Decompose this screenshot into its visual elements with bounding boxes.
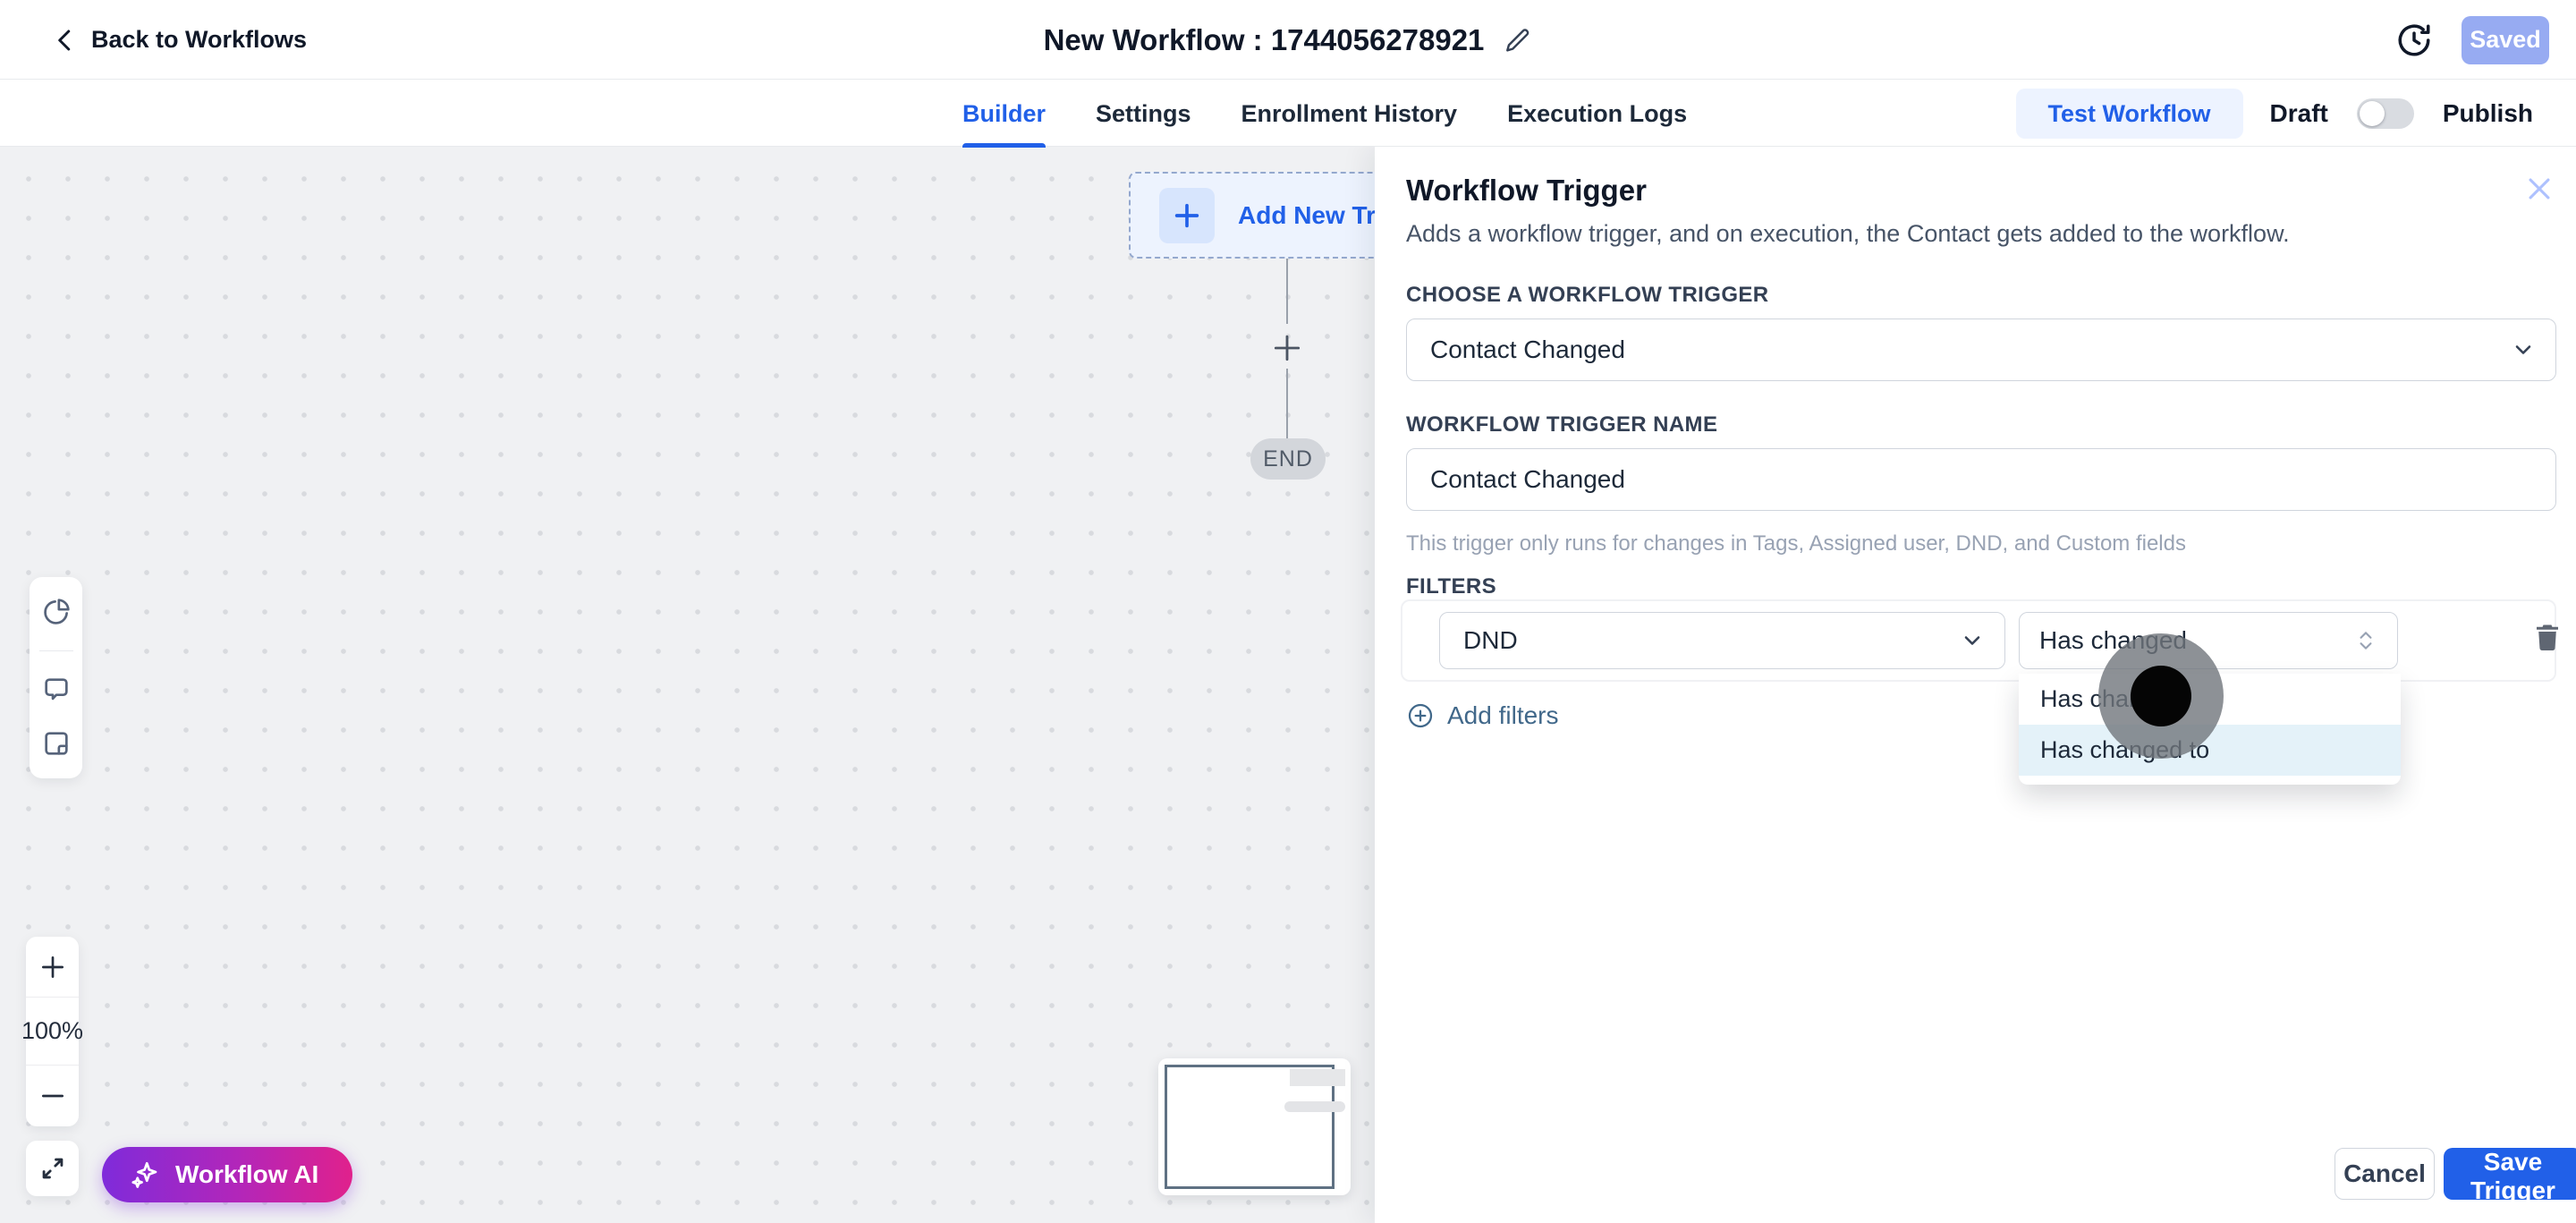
filter-field-select[interactable]: DND: [1439, 612, 2005, 669]
zoom-in-button[interactable]: [26, 937, 79, 998]
operator-dropdown-menu: Has changed Has changed to: [2019, 674, 2401, 785]
tab-execution-logs[interactable]: Execution Logs: [1507, 81, 1687, 147]
toggle-knob: [2360, 101, 2385, 126]
workflow-canvas[interactable]: Add New Trigger END 100: [0, 147, 1375, 1223]
back-label: Back to Workflows: [91, 26, 307, 54]
chevron-down-icon: [2511, 337, 2536, 362]
zoom-level: 100%: [26, 998, 79, 1066]
chat-bubble-icon[interactable]: [41, 675, 72, 705]
cancel-button[interactable]: Cancel: [2334, 1148, 2435, 1200]
canvas-toolbar: [30, 577, 82, 778]
connector-line-top: [1286, 259, 1288, 324]
test-workflow-button[interactable]: Test Workflow: [2016, 89, 2243, 139]
add-filters-label: Add filters: [1447, 701, 1559, 730]
workflow-trigger-panel: Workflow Trigger Adds a workflow trigger…: [1375, 147, 2576, 1223]
zoom-controls: 100%: [26, 937, 79, 1126]
add-trigger-label: Add New Trigger: [1238, 201, 1375, 230]
sparkles-icon: [129, 1159, 161, 1191]
workflow-ai-label: Workflow AI: [175, 1160, 318, 1189]
tab-settings[interactable]: Settings: [1096, 81, 1191, 147]
filter-operator-value: Has changed: [2039, 626, 2187, 655]
edit-pencil-icon[interactable]: [1502, 25, 1532, 55]
publish-label: Publish: [2443, 99, 2533, 128]
save-trigger-button[interactable]: Save Trigger: [2444, 1148, 2576, 1200]
add-filters-link[interactable]: Add filters: [1406, 701, 1559, 730]
trigger-type-select[interactable]: Contact Changed: [1406, 318, 2556, 381]
double-caret-icon: [2354, 629, 2377, 652]
trigger-type-value: Contact Changed: [1430, 335, 1625, 364]
plus-circle-icon: [1406, 701, 1435, 730]
tabs: Builder Settings Enrollment History Exec…: [962, 81, 1687, 147]
choose-trigger-label: CHOOSE A WORKFLOW TRIGGER: [1406, 283, 1769, 308]
draft-label: Draft: [2270, 99, 2328, 128]
trigger-name-input[interactable]: [1406, 448, 2556, 511]
filter-field-value: DND: [1463, 626, 1518, 655]
plus-icon: [1159, 188, 1215, 243]
publish-toggle[interactable]: [2357, 98, 2414, 129]
history-clock-icon[interactable]: [2395, 21, 2433, 59]
zoom-out-button[interactable]: [26, 1066, 79, 1126]
option-has-changed[interactable]: Has changed: [2019, 674, 2401, 725]
panel-title: Workflow Trigger: [1406, 174, 1647, 208]
top-bar: Back to Workflows New Workflow : 1744056…: [0, 0, 2576, 80]
trigger-helper-text: This trigger only runs for changes in Ta…: [1406, 531, 2186, 556]
add-step-button[interactable]: [1265, 326, 1309, 370]
saved-button[interactable]: Saved: [2462, 16, 2549, 64]
tab-enrollment-history[interactable]: Enrollment History: [1241, 81, 1458, 147]
chevron-down-icon: [1960, 628, 1985, 653]
option-has-changed-to[interactable]: Has changed to: [2019, 725, 2401, 776]
add-new-trigger-node[interactable]: Add New Trigger: [1129, 172, 1375, 259]
tab-builder[interactable]: Builder: [962, 81, 1046, 147]
filter-operator-select[interactable]: Has changed: [2019, 612, 2398, 669]
fit-view-icon[interactable]: [26, 1141, 79, 1196]
chevron-left-icon: [52, 27, 79, 54]
sticky-note-icon[interactable]: [41, 728, 72, 759]
panel-description: Adds a workflow trigger, and on executio…: [1406, 220, 2290, 248]
tab-bar: Builder Settings Enrollment History Exec…: [0, 81, 2576, 147]
trash-icon[interactable]: [2531, 621, 2563, 653]
end-node: END: [1250, 438, 1326, 480]
close-icon[interactable]: [2524, 174, 2555, 204]
minimap-node: [1290, 1069, 1345, 1086]
filters-label: FILTERS: [1406, 574, 1496, 599]
back-to-workflows-button[interactable]: Back to Workflows: [52, 0, 307, 80]
connector-line-bottom: [1286, 369, 1288, 438]
workflow-ai-button[interactable]: Workflow AI: [102, 1147, 352, 1202]
minimap[interactable]: [1158, 1058, 1351, 1195]
pie-chart-icon[interactable]: [41, 597, 72, 627]
trigger-name-label: WORKFLOW TRIGGER NAME: [1406, 412, 1717, 437]
toolbar-divider: [39, 650, 73, 651]
page-title: New Workflow : 1744056278921: [1044, 23, 1485, 57]
minimap-node: [1284, 1101, 1345, 1112]
